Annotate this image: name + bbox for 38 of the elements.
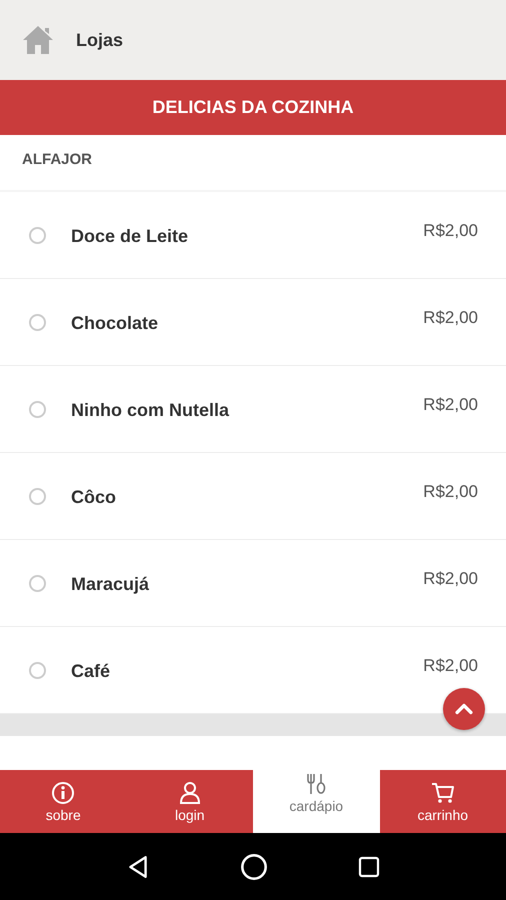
- nav-tab[interactable]: carrinho: [380, 770, 506, 833]
- info-icon: [51, 780, 76, 804]
- cart-icon: [430, 780, 455, 804]
- item-name: Café: [71, 660, 112, 682]
- menu-item[interactable]: Maracujá R$2,00: [0, 540, 506, 627]
- user-icon: [178, 780, 202, 804]
- radio-button[interactable]: [29, 488, 46, 504]
- item-name: Côco: [71, 486, 117, 508]
- item-price: R$2,00: [423, 569, 478, 589]
- item-price: R$2,00: [423, 221, 478, 241]
- app-bar-title: Lojas: [76, 30, 124, 50]
- home-icon[interactable]: [22, 25, 54, 55]
- item-name: Chocolate: [71, 312, 160, 334]
- section-title: ALFAJOR: [0, 135, 506, 192]
- home-circle-icon[interactable]: [240, 852, 268, 880]
- nav-tab[interactable]: login: [126, 770, 253, 833]
- radio-button[interactable]: [29, 400, 46, 418]
- menu-item[interactable]: Chocolate R$2,00: [0, 279, 506, 366]
- radio-button[interactable]: [29, 314, 46, 330]
- cutlery-icon: [304, 772, 328, 796]
- item-price: R$2,00: [423, 482, 478, 502]
- chevron-up-icon: [455, 703, 473, 715]
- item-name: Ninho com Nutella: [71, 400, 230, 420]
- item-price: R$2,00: [423, 395, 478, 415]
- item-name: Doce de Leite: [71, 226, 190, 246]
- item-name: Maracujá: [71, 574, 150, 594]
- radio-button[interactable]: [29, 574, 46, 592]
- menu-item[interactable]: Doce de Leite R$2,00: [0, 192, 506, 279]
- radio-button[interactable]: [29, 226, 46, 244]
- menu-item[interactable]: Ninho com Nutella R$2,00: [0, 366, 506, 453]
- radio-button[interactable]: [29, 662, 46, 678]
- item-price: R$2,00: [423, 308, 478, 328]
- recents-icon[interactable]: [357, 854, 382, 878]
- store-name: DELICIAS DA COZINHA: [152, 97, 354, 118]
- item-price: R$2,00: [423, 656, 478, 676]
- nav-tab[interactable]: sobre: [0, 770, 126, 833]
- scroll-top-button[interactable]: [443, 688, 485, 730]
- menu-item[interactable]: Côco R$2,00: [0, 453, 506, 540]
